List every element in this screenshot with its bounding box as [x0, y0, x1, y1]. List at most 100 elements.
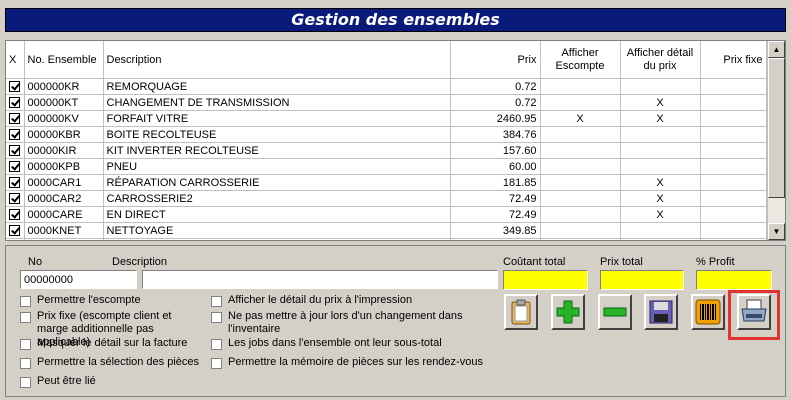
checkbox[interactable]	[211, 312, 222, 323]
option-ne-pas-mettre-a-jour[interactable]: Ne pas mettre à jour lors d'un changemen…	[211, 310, 471, 336]
cell-afficher-detail: X	[620, 206, 701, 223]
col-header-description[interactable]: Description	[103, 41, 451, 79]
option-masquer-detail[interactable]: Masquer le détail sur la facture	[20, 337, 205, 350]
col-header-x[interactable]: X	[6, 41, 25, 79]
col-header-no[interactable]: No. Ensemble	[24, 41, 104, 79]
checkbox[interactable]	[20, 312, 31, 323]
row-checkbox[interactable]	[6, 206, 25, 223]
checkmark-icon[interactable]	[9, 209, 20, 221]
description-field[interactable]	[142, 270, 498, 289]
row-checkbox[interactable]	[6, 78, 25, 95]
cell-prix: 72.49	[450, 206, 541, 223]
row-checkbox[interactable]	[6, 126, 25, 143]
row-checkbox[interactable]	[6, 174, 25, 191]
table-row[interactable]: 000000KV FORFAIT VITRE 2460.95 X X	[6, 110, 767, 127]
checkbox[interactable]	[20, 339, 31, 350]
cell-no-ensemble: 000000KR	[24, 78, 104, 95]
window-title: Gestion des ensembles	[5, 8, 786, 32]
cell-afficher-detail	[620, 222, 701, 239]
cell-prix-fixe	[700, 174, 767, 191]
checkmark-icon[interactable]	[9, 161, 20, 173]
table-row[interactable]: 0000KTSATRAITEMENT COMPLET VOITURE169.00	[6, 238, 767, 240]
cell-afficher-escompte	[540, 78, 621, 95]
table-row[interactable]: 0000CAR1 RÉPARATION CARROSSERIE 181.85 X	[6, 174, 767, 191]
cell-prix-fixe	[700, 142, 767, 159]
checkmark-icon[interactable]	[9, 81, 20, 93]
option-memoire-pieces[interactable]: Permettre la mémoire de pièces sur les r…	[211, 356, 501, 369]
cell-prix: 2460.95	[450, 110, 541, 127]
row-checkbox[interactable]	[6, 190, 25, 207]
cell-afficher-escompte	[540, 94, 621, 111]
table-row[interactable]: 000000KT CHANGEMENT DE TRANSMISSION 0.72 X	[6, 94, 767, 111]
cell-afficher-escompte	[540, 238, 621, 240]
table-row[interactable]: 0000KNET NETTOYAGE 349.85	[6, 222, 767, 239]
checkbox[interactable]	[20, 377, 31, 388]
col-header-prix[interactable]: Prix	[450, 41, 541, 79]
checkmark-icon[interactable]	[9, 97, 20, 109]
checkbox[interactable]	[211, 358, 222, 369]
cell-afficher-detail: X	[620, 174, 701, 191]
scroll-down-icon[interactable]: ▼	[768, 223, 785, 240]
cell-prix-fixe	[700, 238, 767, 240]
checkmark-icon[interactable]	[9, 113, 20, 125]
checkmark-icon[interactable]	[9, 225, 20, 237]
col-header-detail[interactable]: Afficher détail du prix	[620, 41, 701, 79]
col-header-prix-fixe[interactable]: Prix fixe	[700, 41, 767, 79]
remove-button[interactable]	[598, 294, 632, 330]
row-checkbox[interactable]	[6, 238, 25, 240]
cell-prix-fixe	[700, 78, 767, 95]
ensembles-grid[interactable]: X No. Ensemble Description Prix Afficher…	[5, 40, 786, 241]
cell-description: CARROSSERIE2	[103, 190, 451, 207]
cell-description: KIT INVERTER RECOLTEUSE	[103, 142, 451, 159]
checkbox[interactable]	[211, 339, 222, 350]
option-peut-etre-lie[interactable]: Peut être lié	[20, 375, 205, 388]
table-row[interactable]: 0000CARE EN DIRECT 72.49 X	[6, 206, 767, 223]
description-label: Description	[112, 256, 168, 268]
option-jobs-sous-total[interactable]: Les jobs dans l'ensemble ont leur sous-t…	[211, 337, 471, 350]
vertical-scrollbar[interactable]: ▲ ▼	[767, 41, 785, 240]
floppy-save-icon	[649, 300, 673, 324]
row-checkbox[interactable]	[6, 110, 25, 127]
cell-description: EN DIRECT	[103, 206, 451, 223]
row-checkbox[interactable]	[6, 94, 25, 111]
scroll-thumb[interactable]	[768, 58, 785, 198]
table-row[interactable]: 000000KR REMORQUAGE 0.72	[6, 78, 767, 95]
cell-afficher-escompte	[540, 190, 621, 207]
checkmark-icon[interactable]	[9, 145, 20, 157]
table-row[interactable]: 00000KBR BOITE RECOLTEUSE 384.76	[6, 126, 767, 143]
cell-prix: 169.00	[450, 238, 541, 240]
no-field[interactable]	[20, 270, 137, 289]
row-checkbox[interactable]	[6, 158, 25, 175]
checkbox[interactable]	[20, 358, 31, 369]
cell-prix: 384.76	[450, 126, 541, 143]
cell-prix-fixe	[700, 222, 767, 239]
cell-no-ensemble: 00000KBR	[24, 126, 104, 143]
checkmark-icon[interactable]	[9, 129, 20, 141]
option-permettre-escompte[interactable]: Permettre l'escompte	[20, 294, 205, 307]
checkmark-icon[interactable]	[9, 193, 20, 205]
table-row[interactable]: 00000KPB PNEU 60.00	[6, 158, 767, 175]
row-checkbox[interactable]	[6, 222, 25, 239]
table-row[interactable]: 00000KIR KIT INVERTER RECOLTEUSE 157.60	[6, 142, 767, 159]
cell-prix: 0.72	[450, 94, 541, 111]
checkbox[interactable]	[20, 296, 31, 307]
col-header-escompte[interactable]: Afficher Escompte	[540, 41, 621, 79]
option-selection-pieces[interactable]: Permettre la sélection des pièces	[20, 356, 205, 369]
scroll-up-icon[interactable]: ▲	[768, 41, 785, 58]
checkbox[interactable]	[211, 296, 222, 307]
cell-no-ensemble: 0000CAR2	[24, 190, 104, 207]
save-button[interactable]	[644, 294, 678, 330]
row-checkbox[interactable]	[6, 142, 25, 159]
coutant-total-field	[503, 270, 588, 290]
table-row[interactable]: 0000CAR2 CARROSSERIE2 72.49 X	[6, 190, 767, 207]
barcode-button[interactable]	[691, 294, 725, 330]
cell-no-ensemble: 0000KTSA	[24, 238, 104, 240]
checkmark-icon[interactable]	[9, 177, 20, 189]
add-button[interactable]	[551, 294, 585, 330]
option-afficher-detail[interactable]: Afficher le détail du prix à l'impressio…	[211, 294, 471, 307]
clipboard-button[interactable]	[504, 294, 538, 330]
cell-afficher-escompte	[540, 206, 621, 223]
cell-prix: 72.49	[450, 190, 541, 207]
cell-afficher-escompte	[540, 222, 621, 239]
cell-prix-fixe	[700, 206, 767, 223]
